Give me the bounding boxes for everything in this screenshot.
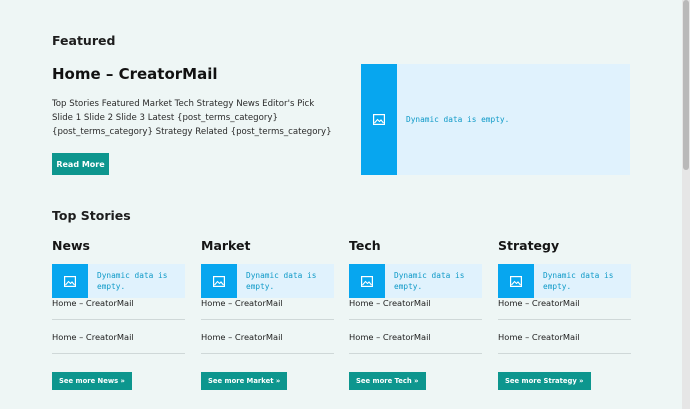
featured-post-title[interactable]: Home – CreatorMail: [52, 65, 218, 83]
image-icon: [510, 275, 522, 287]
read-more-button[interactable]: Read More: [52, 153, 109, 175]
post-link[interactable]: Home – CreatorMail: [498, 320, 631, 354]
placeholder-icon-box: [349, 264, 385, 298]
post-link[interactable]: Home – CreatorMail: [201, 320, 334, 354]
see-more-strategy-button[interactable]: See more Strategy »: [498, 372, 591, 390]
category-image-placeholder: Dynamic data is empty.: [349, 264, 482, 298]
placeholder-icon-box: [361, 64, 397, 175]
scrollbar-thumb[interactable]: [683, 0, 689, 170]
post-link[interactable]: Home – CreatorMail: [349, 320, 482, 354]
post-link[interactable]: Home – CreatorMail: [498, 298, 631, 320]
post-link[interactable]: Home – CreatorMail: [201, 298, 334, 320]
placeholder-icon-box: [498, 264, 534, 298]
category-title[interactable]: News: [52, 238, 185, 260]
placeholder-text: Dynamic data is empty.: [543, 271, 614, 291]
see-more-news-button[interactable]: See more News »: [52, 372, 132, 390]
image-icon: [64, 275, 76, 287]
post-link[interactable]: Home – CreatorMail: [52, 320, 185, 354]
category-column-strategy: Strategy Dynamic data is empty. Home – C…: [498, 238, 631, 390]
placeholder-text: Dynamic data is empty.: [246, 271, 317, 291]
category-image-placeholder: Dynamic data is empty.: [201, 264, 334, 298]
placeholder-icon-box: [52, 264, 88, 298]
featured-section-title: Featured: [52, 33, 116, 48]
image-icon: [213, 275, 225, 287]
see-more-market-button[interactable]: See more Market »: [201, 372, 288, 390]
category-title[interactable]: Tech: [349, 238, 482, 260]
image-icon: [361, 275, 373, 287]
post-link[interactable]: Home – CreatorMail: [52, 298, 185, 320]
placeholder-text: Dynamic data is empty.: [97, 271, 168, 291]
category-column-news: News Dynamic data is empty. Home – Creat…: [52, 238, 185, 390]
category-column-market: Market Dynamic data is empty. Home – Cre…: [201, 238, 334, 390]
category-image-placeholder: Dynamic data is empty.: [52, 264, 185, 298]
category-image-placeholder: Dynamic data is empty.: [498, 264, 631, 298]
top-stories-section-title: Top Stories: [52, 208, 131, 223]
placeholder-icon-box: [201, 264, 237, 298]
post-link[interactable]: Home – CreatorMail: [349, 298, 482, 320]
image-icon: [373, 114, 385, 125]
featured-image-placeholder: Dynamic data is empty.: [361, 64, 630, 175]
featured-post-excerpt: Top Stories Featured Market Tech Strateg…: [52, 99, 332, 137]
scrollbar-track[interactable]: [682, 0, 690, 409]
see-more-tech-button[interactable]: See more Tech »: [349, 372, 426, 390]
category-title[interactable]: Strategy: [498, 238, 631, 260]
category-title[interactable]: Market: [201, 238, 334, 260]
placeholder-text: Dynamic data is empty.: [394, 271, 465, 291]
category-column-tech: Tech Dynamic data is empty. Home – Creat…: [349, 238, 482, 390]
featured-placeholder-text: Dynamic data is empty.: [406, 115, 510, 124]
